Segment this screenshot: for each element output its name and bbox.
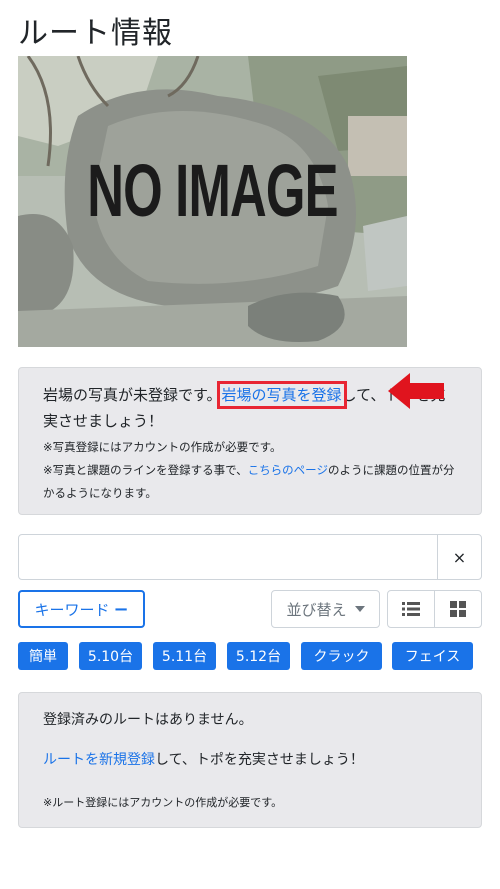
route-account-note: ※ルート登録にはアカウントの作成が必要です。 <box>43 796 283 809</box>
example-page-link[interactable]: こちらのページ <box>248 463 328 477</box>
minus-icon: − <box>113 598 129 620</box>
sort-label: 並び替え <box>286 600 347 619</box>
search-group: × <box>18 534 482 580</box>
tag-face[interactable]: フェイス <box>392 642 473 670</box>
empty-routes-box: 登録済みのルートはありません。 ルートを新規登録して、トポを充実させましょう！ … <box>18 692 482 828</box>
tag-5-11[interactable]: 5.11台 <box>153 642 216 670</box>
notice-text: 岩場の写真が未登録です。 <box>43 386 222 404</box>
clear-search-button[interactable]: × <box>437 535 481 579</box>
list-icon <box>402 602 420 616</box>
notice-account-note: ※写真登録にはアカウントの作成が必要です。 <box>43 440 282 454</box>
crag-photo-placeholder: NO IMAGE <box>18 56 407 347</box>
tag-5-10[interactable]: 5.10台 <box>79 642 142 670</box>
notice-lines-note: ※写真と課題のラインを登録する事で、こちらのページのように課題の位置が分かるよう… <box>43 459 457 505</box>
empty-message: 登録済みのルートはありません。 <box>43 712 253 728</box>
tag-5-12[interactable]: 5.12台 <box>227 642 290 670</box>
notice-lines-prefix: ※写真と課題のラインを登録する事で、 <box>43 463 248 477</box>
grid-icon <box>450 601 466 617</box>
register-route-line: ルートを新規登録して、トポを充実させましょう！ <box>43 749 457 771</box>
register-photo-link[interactable]: 岩場の写真を登録 <box>216 381 347 409</box>
caret-down-icon <box>354 606 365 612</box>
keyword-toggle-button[interactable]: キーワード − <box>18 590 145 628</box>
search-input[interactable] <box>19 535 437 579</box>
sort-dropdown[interactable]: 並び替え <box>271 590 380 628</box>
list-view-button[interactable] <box>388 591 434 627</box>
register-route-link[interactable]: ルートを新規登録 <box>43 752 155 768</box>
register-route-suffix: して、トポを充実させましょう！ <box>155 752 364 768</box>
page-title: ルート情報 <box>18 16 173 51</box>
no-image-label: NO IMAGE <box>87 150 338 233</box>
keyword-label: キーワード <box>34 600 110 619</box>
view-toggle-group <box>387 590 482 628</box>
tag-crack[interactable]: クラック <box>301 642 382 670</box>
arrow-left-icon <box>388 373 444 409</box>
tag-easy[interactable]: 簡単 <box>18 642 68 670</box>
grid-view-button[interactable] <box>434 591 481 627</box>
